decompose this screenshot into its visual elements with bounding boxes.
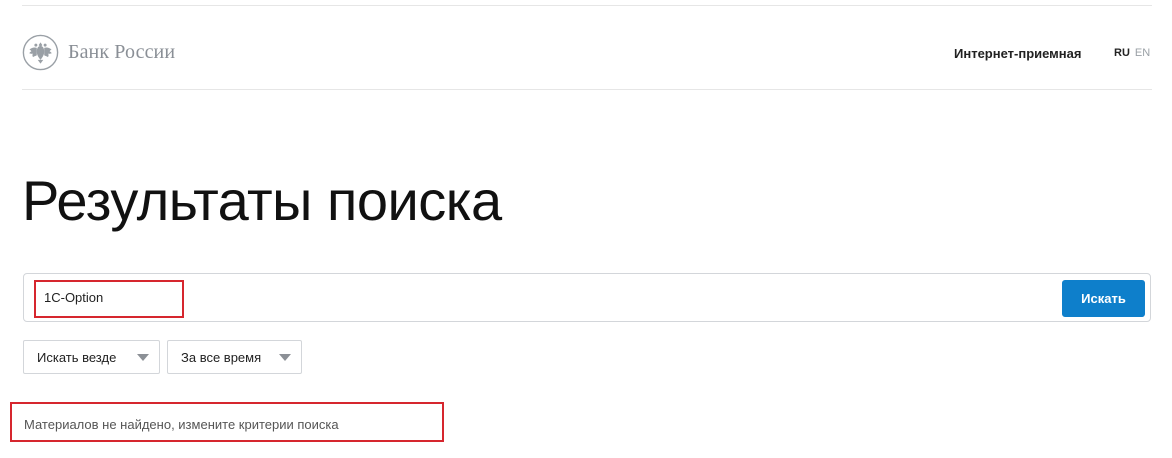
logo-text: Банк России — [68, 41, 176, 63]
search-area-select[interactable]: Искать везде — [23, 340, 160, 374]
page: Банк России Интернет-приемная RU EN Резул… — [0, 0, 1172, 458]
no-results-highlight-box — [10, 402, 444, 442]
top-divider — [22, 5, 1152, 6]
language-en[interactable]: EN — [1135, 47, 1150, 59]
internet-reception-link[interactable]: Интернет-приемная — [954, 46, 1081, 61]
caret-down-icon — [279, 353, 291, 361]
double-headed-eagle-icon — [22, 34, 59, 71]
header-divider — [22, 89, 1152, 90]
query-highlight-box — [34, 280, 184, 318]
page-title: Результаты поиска — [22, 169, 502, 232]
time-period-select[interactable]: За все время — [167, 340, 302, 374]
language-switcher: RU EN — [1114, 47, 1150, 59]
search-input[interactable] — [34, 279, 1054, 316]
search-area-value: Искать везде — [37, 349, 117, 365]
time-period-value: За все время — [181, 349, 262, 365]
site-logo[interactable]: Банк России — [22, 34, 175, 71]
language-ru[interactable]: RU — [1114, 47, 1130, 59]
caret-down-icon — [137, 353, 149, 361]
search-button[interactable]: Искать — [1062, 280, 1145, 317]
search-bar: Искать — [23, 273, 1151, 322]
site-header: Банк России Интернет-приемная RU EN — [22, 34, 1152, 74]
search-filters: Искать везде За все время — [23, 340, 302, 374]
